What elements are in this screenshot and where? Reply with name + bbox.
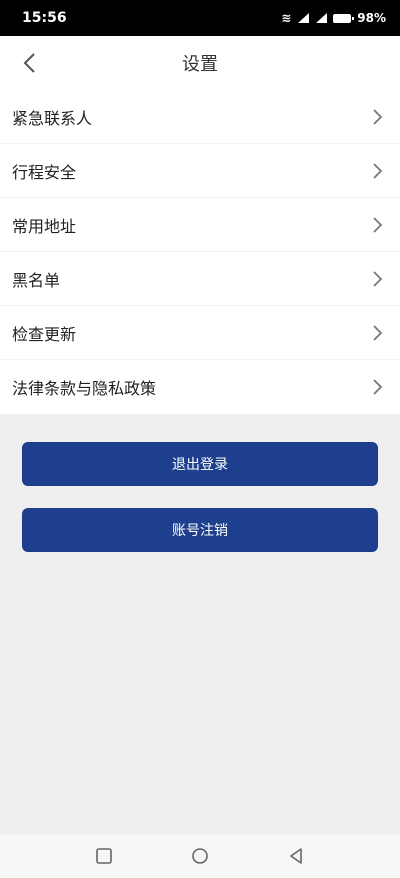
settings-item-check-updates[interactable]: 检查更新 [0,306,400,360]
settings-item-label: 常用地址 [12,216,77,236]
settings-item-label: 检查更新 [12,324,77,344]
settings-item-emergency-contacts[interactable]: 紧急联系人 [0,90,400,144]
signal-icon [297,13,310,23]
wifi-icon: ≋ [281,11,292,25]
battery-level: 98% [357,11,386,25]
system-nav-bar [0,834,400,878]
settings-item-legal-privacy[interactable]: 法律条款与隐私政策 [0,360,400,414]
nav-home-button[interactable] [186,842,214,870]
chevron-right-icon [373,324,383,341]
settings-item-label: 黑名单 [12,270,61,290]
settings-item-label: 紧急联系人 [12,108,93,128]
logout-button[interactable]: 退出登录 [22,442,378,486]
settings-item-label: 法律条款与隐私政策 [12,379,157,398]
square-icon [96,848,112,864]
cancel-account-button[interactable]: 账号注销 [22,508,378,552]
status-bar: 15:56 ≋ 98% [0,0,400,36]
status-icons: ≋ 98% [281,11,386,25]
chevron-right-icon [373,270,383,287]
chevron-right-icon [373,162,383,179]
header: 设置 [0,36,400,90]
battery-icon [333,13,355,23]
nav-back-button[interactable] [282,842,310,870]
settings-item-trip-safety[interactable]: 行程安全 [0,144,400,198]
chevron-right-icon [373,216,383,233]
settings-item-label: 行程安全 [12,162,77,182]
circle-icon [192,848,208,864]
settings-item-common-addresses[interactable]: 常用地址 [0,198,400,252]
settings-item-blacklist[interactable]: 黑名单 [0,252,400,306]
chevron-right-icon [373,379,383,395]
back-button[interactable] [12,45,48,81]
back-arrow-icon [23,53,35,73]
triangle-back-icon [290,848,302,864]
signal-icon-2 [315,13,328,23]
page-title: 设置 [182,54,218,75]
chevron-right-icon [373,108,383,125]
status-time: 15:56 [22,10,67,26]
nav-recent-button[interactable] [90,842,118,870]
settings-list: 紧急联系人 行程安全 常用地址 黑名单 检查更新 法律条款与隐私政策 [0,90,400,414]
account-actions: 退出登录 账号注销 [22,442,378,552]
